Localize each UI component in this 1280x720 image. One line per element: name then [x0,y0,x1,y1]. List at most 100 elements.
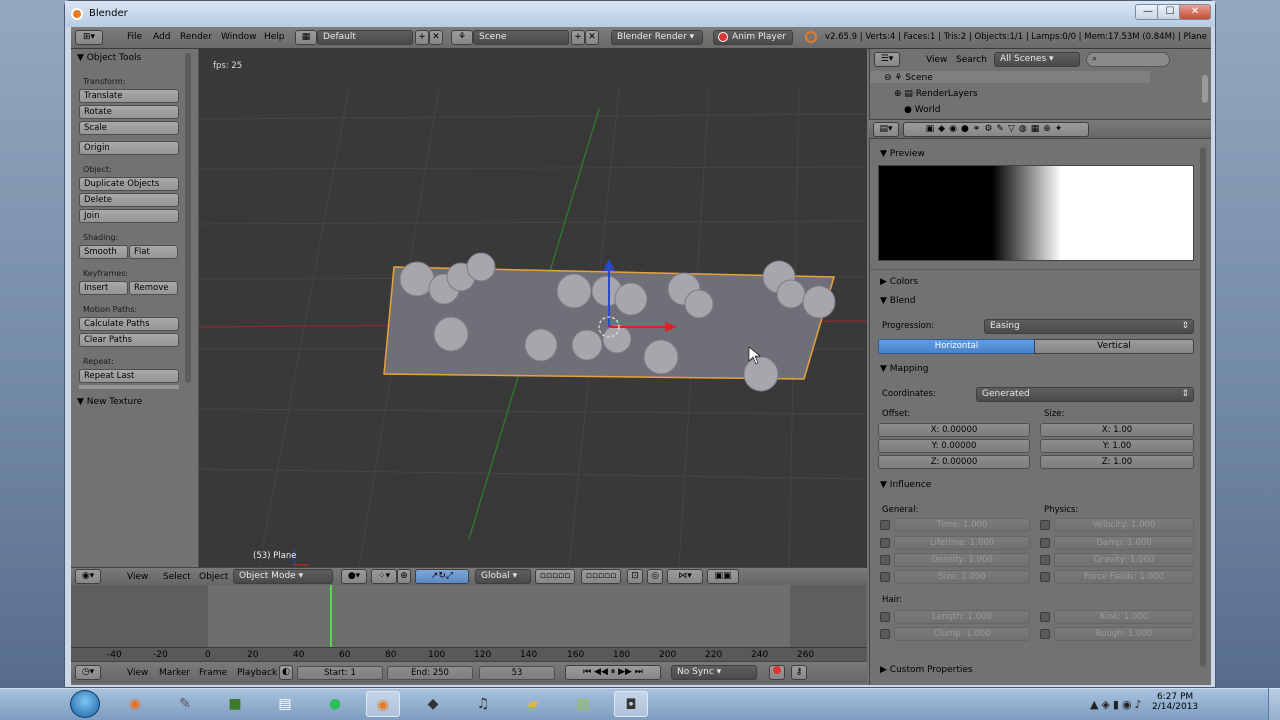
preview-panel-header[interactable]: ▼ Preview [880,149,925,159]
menu-file[interactable]: File [127,32,142,42]
mapping-panel-header[interactable]: ▼ Mapping [880,364,928,374]
velocity-field[interactable]: Velocity: 1.000 [1054,518,1194,532]
damp-checkbox[interactable] [1040,538,1050,548]
time-field[interactable]: Time: 1.000 [894,518,1030,532]
layout-field[interactable]: Default [317,30,413,45]
timeline-view-menu[interactable]: View [127,668,148,678]
keying-set-icon[interactable]: ⚷ [791,665,807,680]
render-engine-select[interactable]: Blender Render ▾ [611,30,703,45]
timeline-area[interactable] [71,585,867,647]
join-button[interactable]: Join [79,209,179,223]
playback-controls[interactable]: ⏮ ◀◀ ⏸ ▶▶ ⏭ [565,665,661,680]
layers-grid-2[interactable]: ▫▫▫▫▫ [581,569,621,584]
outliner-search-menu[interactable]: Search [956,55,987,65]
preview-range-icon[interactable]: ◐ [279,665,293,680]
window-titlebar[interactable]: Blender — ☐ ✕ [65,1,1215,27]
close-button[interactable]: ✕ [1179,4,1211,20]
length-field[interactable]: Length: 1.000 [894,610,1030,624]
start-frame-field[interactable]: Start: 1 [297,666,383,680]
outliner-item-world[interactable]: ● World [904,105,941,115]
menu-help[interactable]: Help [264,32,285,42]
display-mode-select[interactable]: All Scenes ▾ [994,52,1080,67]
editor-type-outliner-icon[interactable]: ☰▾ [874,52,900,67]
document-taskbar-icon[interactable]: ▤ [268,691,302,717]
size-influence-field[interactable]: Size: 1.000 [894,570,1030,584]
velocity-checkbox[interactable] [1040,520,1050,530]
render-preview-icon[interactable]: ▣▣ [707,569,739,584]
gimp-taskbar-icon[interactable]: ✎ [168,691,202,717]
menu-window[interactable]: Window [221,32,257,42]
layers-grid-1[interactable]: ▫▫▫▫▫ [535,569,575,584]
minecraft-taskbar-icon[interactable]: ■ [218,691,252,717]
menu-render[interactable]: Render [180,32,212,42]
frame-menu[interactable]: Frame [199,668,227,678]
clump-checkbox[interactable] [880,629,890,639]
force-fields-checkbox[interactable] [1040,572,1050,582]
orientation-select[interactable]: Global ▾ [475,569,531,584]
size-checkbox[interactable] [880,572,890,582]
size-x-field[interactable]: X: 1.00 [1040,423,1194,437]
start-button[interactable] [70,690,100,718]
colors-panel-header[interactable]: ▶ Colors [880,277,918,287]
density-checkbox[interactable] [880,555,890,565]
length-checkbox[interactable] [880,612,890,622]
pivot-select-icon[interactable]: ⁘▾ [371,569,397,584]
current-frame-field[interactable]: 53 [479,666,555,680]
blender-taskbar-icon[interactable]: ◉ [366,691,400,717]
calculate-paths-button[interactable]: Calculate Paths [79,317,179,331]
density-field[interactable]: Density: 1.000 [894,553,1030,567]
insert-keyframe-button[interactable]: Insert [79,281,128,295]
coordinates-select[interactable]: Generated ⇕ [976,387,1194,402]
kink-field[interactable]: Kink: 1.000 [1054,610,1194,624]
sync-select[interactable]: No Sync ▾ [671,665,757,680]
snap-icon[interactable]: ⋈▾ [667,569,703,584]
anim-player-button[interactable]: Anim Player [713,30,793,45]
outliner-search-input[interactable]: ⌕ [1086,52,1170,67]
editor-type-properties-icon[interactable]: ▤▾ [873,122,899,137]
select-menu[interactable]: Select [163,572,191,582]
outliner-item-renderlayers[interactable]: ⊕ ▤ RenderLayers [894,89,978,99]
transform-manipulators[interactable]: ↗↻⤢ [415,569,469,584]
show-desktop-button[interactable] [1268,688,1280,720]
record-icon[interactable] [769,665,785,680]
scale-button[interactable]: Scale [79,121,179,135]
gravity-field[interactable]: Gravity: 1.000 [1054,553,1194,567]
notepad-taskbar-icon[interactable]: ▧ [566,691,600,717]
clump-field[interactable]: Clump: 1.000 [894,627,1030,641]
editor-type-timeline-icon[interactable]: ◷▾ [75,665,101,680]
add-layout-button[interactable]: + [415,30,429,45]
blend-panel-header[interactable]: ▼ Blend [880,296,915,306]
size-z-field[interactable]: Z: 1.00 [1040,455,1194,469]
lock-layer-icon[interactable]: ⊡ [627,569,643,584]
recorder-taskbar-icon[interactable]: ◘ [614,691,648,717]
scene-field[interactable]: Scene [473,30,569,45]
proportional-edit-icon[interactable]: ◎ [647,569,663,584]
lifetime-field[interactable]: Lifetime: 1.000 [894,536,1030,550]
new-texture-header[interactable]: ▼ New Texture [77,397,142,407]
outliner-scrollbar[interactable] [1202,75,1208,103]
remove-scene-button[interactable]: ✕ [585,30,599,45]
offset-z-field[interactable]: Z: 0.00000 [878,455,1030,469]
toolshelf-scrollbar[interactable] [185,53,191,383]
repeat-last-button[interactable]: Repeat Last [79,369,179,383]
system-tray-icons[interactable]: ▲◈▮◉♪ [1090,698,1145,711]
marker-menu[interactable]: Marker [159,668,190,678]
rough-field[interactable]: Rough: 1.000 [1054,627,1194,641]
inkscape-taskbar-icon[interactable]: ◆ [416,691,450,717]
flat-button[interactable]: Flat [129,245,178,259]
z-gizmo-arrow[interactable] [603,259,615,271]
3d-viewport[interactable]: fps: 25 (53) Plane [199,49,867,567]
taskbar-clock[interactable]: 6:27 PM 2/14/2013 [1152,692,1198,712]
firefox-taskbar-icon[interactable]: ◉ [118,691,152,717]
outliner-item-scene[interactable]: ⊖ ⚘ Scene [884,73,933,83]
duplicate-objects-button[interactable]: Duplicate Objects [79,177,179,191]
add-scene-button[interactable]: + [571,30,585,45]
offset-x-field[interactable]: X: 0.00000 [878,423,1030,437]
progression-select[interactable]: Easing ⇕ [984,319,1194,334]
time-checkbox[interactable] [880,520,890,530]
kink-checkbox[interactable] [1040,612,1050,622]
screen-layout-icon[interactable]: ▦ [295,30,317,45]
remove-keyframe-button[interactable]: Remove [129,281,178,295]
shading-select-icon[interactable]: ●▾ [341,569,367,584]
editor-type-icon[interactable]: ⊞▾ [75,30,103,45]
